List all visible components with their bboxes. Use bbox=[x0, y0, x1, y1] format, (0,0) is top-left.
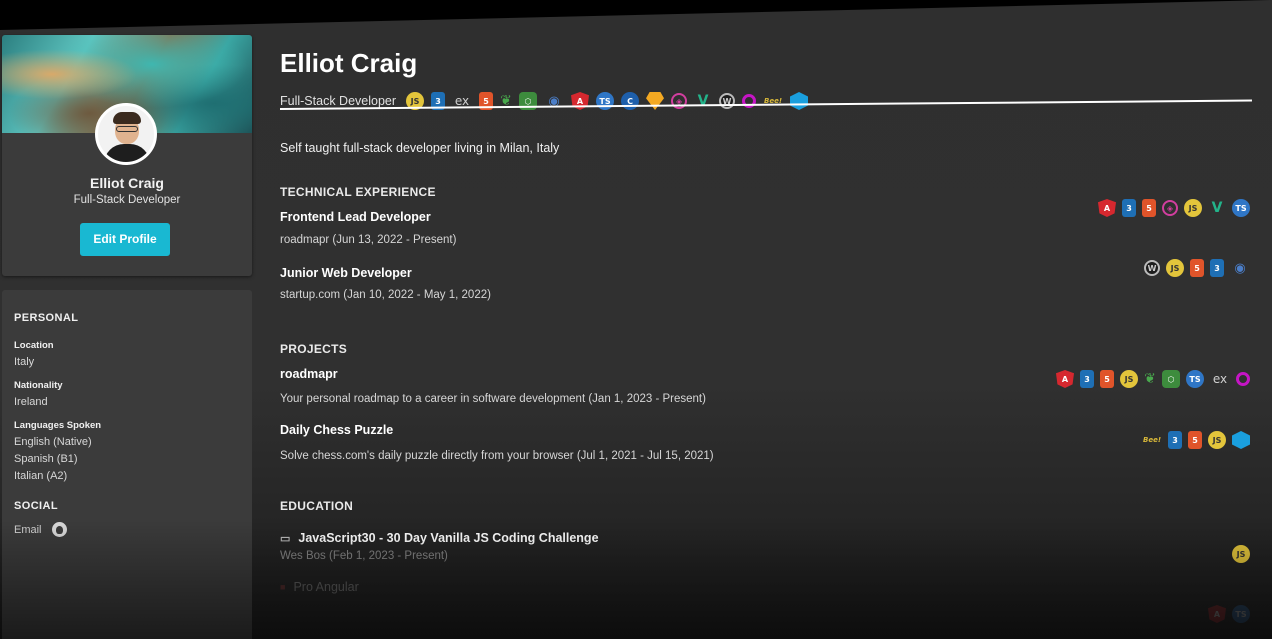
edit-profile-button[interactable]: Edit Profile bbox=[80, 223, 170, 256]
language-item: Spanish (B1) bbox=[14, 453, 78, 465]
gql-icon: ◈ bbox=[671, 93, 688, 109]
cube-icon bbox=[1232, 431, 1250, 449]
wp-icon: W bbox=[719, 93, 736, 109]
mongo-icon: ❦ bbox=[1144, 371, 1156, 387]
page-title: Elliot Craig bbox=[280, 48, 418, 78]
ng-icon: A bbox=[571, 92, 590, 110]
sketch-icon bbox=[646, 92, 665, 110]
social-row: Email bbox=[14, 522, 240, 537]
css-icon: 3 bbox=[1080, 370, 1094, 388]
education-item-icons: A TS bbox=[1208, 605, 1250, 623]
language-item: Italian (A2) bbox=[14, 470, 68, 482]
node-icon: ⬡ bbox=[1162, 370, 1180, 388]
projects-section-title: PROJECTS bbox=[280, 342, 348, 356]
vuetify-icon: V bbox=[697, 93, 709, 109]
html-icon: 5 bbox=[1142, 199, 1156, 217]
education-item-title-row: ▭ JavaScript30 - 30 Day Vanilla JS Codin… bbox=[280, 531, 599, 545]
js-icon: JS bbox=[1184, 199, 1202, 217]
ng-icon: A bbox=[1056, 370, 1074, 388]
js-icon: JS bbox=[1120, 370, 1138, 388]
js-icon: JS bbox=[1166, 259, 1184, 277]
project-item-icons: Bee! 3 5 JS bbox=[1142, 431, 1250, 449]
education-item-icons: JS bbox=[1232, 545, 1250, 563]
github-icon[interactable] bbox=[51, 522, 67, 537]
location-value: Italy bbox=[14, 356, 35, 368]
profile-name: Elliot Craig bbox=[90, 175, 164, 191]
wp-icon: W bbox=[1144, 260, 1160, 276]
experience-item-icons: A 3 5 ◈ JS V TS bbox=[1098, 199, 1250, 217]
education-section-title: EDUCATION bbox=[280, 499, 354, 513]
js-icon: JS bbox=[1232, 545, 1250, 563]
project-item-title: Daily Chess Puzzle bbox=[280, 423, 394, 437]
bee-icon: Bee! bbox=[764, 97, 783, 105]
laptop-icon: ▭ bbox=[280, 532, 291, 545]
css-icon: 3 bbox=[1168, 431, 1182, 449]
experience-item-sub: startup.com (Jan 10, 2022 - May 1, 2022) bbox=[280, 289, 491, 301]
education-item-title: JavaScript30 - 30 Day Vanilla JS Coding … bbox=[298, 531, 599, 545]
html-icon: 5 bbox=[1188, 431, 1202, 449]
project-item-icons: A 3 5 JS ❦ ⬡ TS ex bbox=[1056, 370, 1250, 388]
bee-icon: Bee! bbox=[1142, 436, 1162, 444]
experience-item-title: Junior Web Developer bbox=[280, 266, 412, 280]
ts-icon: TS bbox=[1232, 605, 1250, 623]
ng-icon: A bbox=[1208, 605, 1226, 623]
education-item-title: Pro Angular bbox=[293, 580, 359, 594]
ts-icon: TS bbox=[1186, 370, 1204, 388]
ex-icon: ex bbox=[1212, 372, 1228, 386]
ts-icon: TS bbox=[596, 92, 615, 110]
personal-section-title: PERSONAL bbox=[14, 312, 79, 324]
c-icon: C bbox=[621, 92, 640, 110]
book-icon: ■ bbox=[280, 582, 286, 592]
js-icon: JS bbox=[1208, 431, 1226, 449]
project-item-sub: Solve chess.com's daily puzzle directly … bbox=[280, 450, 714, 462]
languages-label: Languages Spoken bbox=[14, 420, 102, 431]
css-icon: 3 bbox=[1210, 259, 1224, 277]
bio-text: Self taught full-stack developer living … bbox=[280, 141, 560, 155]
html-icon: 5 bbox=[1190, 259, 1204, 277]
main-content: Elliot Craig Full-Stack Developer JS 3 ex 5… bbox=[279, 0, 1252, 639]
ng-icon: A bbox=[1098, 199, 1116, 217]
education-item-sub: Wes Bos (Feb 1, 2023 - Present) bbox=[280, 550, 448, 562]
nationality-label: Nationality bbox=[14, 380, 63, 391]
personal-info-card: PERSONAL Location Italy Nationality Irel… bbox=[2, 290, 252, 639]
oc-icon bbox=[742, 94, 757, 108]
project-item-sub: Your personal roadmap to a career in sof… bbox=[280, 393, 706, 405]
experience-item-sub: roadmapr (Jun 13, 2022 - Present) bbox=[280, 234, 457, 246]
nationality-value: Ireland bbox=[14, 396, 48, 408]
html-icon: 5 bbox=[1100, 370, 1114, 388]
profile-card: Elliot Craig Full-Stack Developer Edit P… bbox=[2, 35, 252, 276]
language-item: English (Native) bbox=[14, 436, 92, 448]
oc-icon bbox=[1236, 372, 1250, 386]
experience-item-title: Frontend Lead Developer bbox=[280, 210, 431, 224]
avatar bbox=[95, 103, 157, 165]
experience-item-icons: W JS 5 3 ◉ bbox=[1144, 259, 1250, 277]
project-item-title: roadmapr bbox=[280, 367, 338, 381]
css-icon: 3 bbox=[1122, 199, 1136, 217]
vuetify-icon: V bbox=[1211, 200, 1223, 216]
cube-icon bbox=[790, 92, 809, 110]
social-section-title: SOCIAL bbox=[14, 500, 58, 512]
subtitle-role: Full-Stack Developer bbox=[280, 94, 397, 108]
profile-role: Full-Stack Developer bbox=[73, 194, 181, 206]
languages-list: English (Native) Spanish (B1) Italian (A… bbox=[14, 436, 240, 482]
gql-icon: ◈ bbox=[1162, 200, 1178, 216]
location-label: Location bbox=[14, 340, 54, 351]
education-item-title-row: ■ Pro Angular bbox=[280, 580, 359, 594]
email-link[interactable]: Email bbox=[14, 524, 42, 536]
eye-icon: ◉ bbox=[548, 93, 560, 109]
experience-section-title: TECHNICAL EXPERIENCE bbox=[280, 185, 436, 199]
ts-icon: TS bbox=[1232, 199, 1250, 217]
eye-icon: ◉ bbox=[1234, 260, 1246, 276]
